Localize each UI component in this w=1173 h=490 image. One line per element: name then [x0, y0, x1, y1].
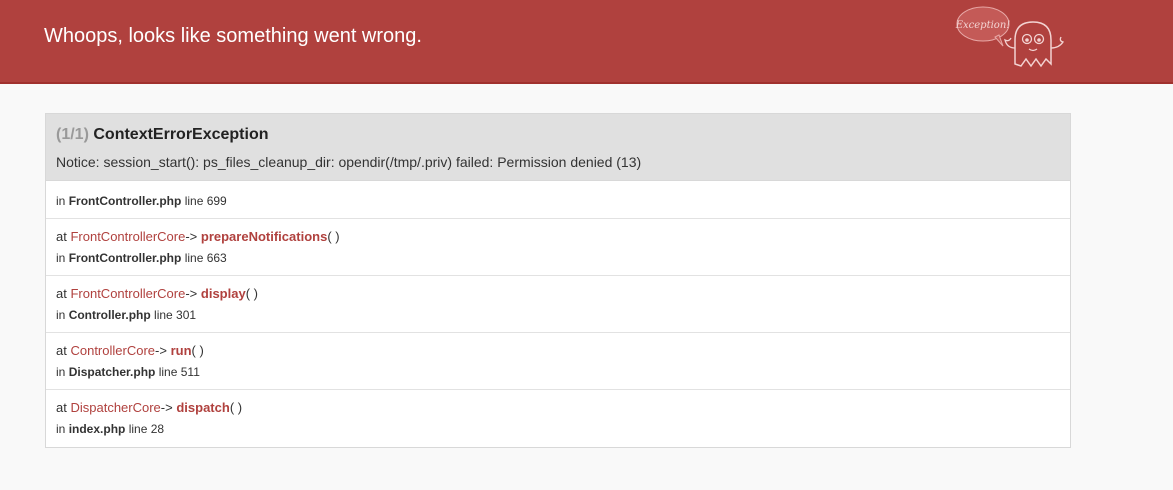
at-prefix: at	[56, 286, 67, 301]
trace-method: prepareNotifications	[200, 229, 328, 244]
trace-line: line 511	[158, 365, 200, 379]
trace-class: FrontControllerCore	[70, 229, 186, 244]
trace-row: in FrontController.php line 699	[46, 181, 1070, 219]
trace-line: line 699	[184, 194, 227, 208]
at-prefix: at	[56, 229, 67, 244]
parens: ( )	[191, 343, 204, 358]
trace-file: index.php	[68, 422, 126, 436]
arrow: ->	[185, 229, 198, 244]
trace-class: DispatcherCore	[70, 400, 161, 415]
exception-title: (1/1) ContextErrorException	[56, 125, 1059, 145]
in-prefix: in	[56, 422, 66, 436]
parens: ( )	[229, 400, 243, 415]
arrow: ->	[185, 286, 198, 301]
trace-method: dispatch	[176, 400, 230, 415]
at-prefix: at	[56, 343, 67, 358]
logo-text: Exception!	[955, 20, 1010, 31]
in-prefix: in	[56, 365, 66, 379]
exception-header: (1/1) ContextErrorException Notice: sess…	[46, 114, 1070, 181]
trace-line: line 28	[128, 422, 165, 436]
arrow: ->	[160, 400, 173, 415]
parens: ( )	[245, 286, 258, 301]
exception-message: Notice: session_start(): ps_files_cleanu…	[56, 154, 642, 170]
trace-class: FrontControllerCore	[70, 286, 186, 301]
exception-panel: (1/1) ContextErrorException Notice: sess…	[45, 113, 1071, 448]
trace-file: FrontController.php	[68, 251, 182, 265]
parens: ( )	[327, 229, 340, 244]
trace-file: Controller.php	[68, 308, 151, 322]
trace-class: ControllerCore	[70, 343, 156, 358]
trace-file: FrontController.php	[68, 194, 182, 208]
in-prefix: in	[56, 194, 66, 208]
trace-row: at ControllerCore-> run( ) in Dispatcher…	[46, 333, 1070, 390]
arrow: ->	[155, 343, 167, 358]
exception-count: (1/1)	[56, 126, 89, 143]
trace-method: run	[170, 343, 192, 358]
page-title: Whoops, looks like something went wrong.	[44, 25, 422, 47]
trace-method: display	[200, 286, 246, 301]
trace-row: at FrontControllerCore-> prepareNotifica…	[46, 219, 1070, 276]
trace-line: line 301	[154, 308, 197, 322]
trace-row: at DispatcherCore-> dispatch( ) in index…	[46, 390, 1070, 447]
exception-name: ContextErrorException	[93, 126, 269, 143]
trace-line: line 663	[184, 251, 227, 265]
trace-row: at FrontControllerCore-> display( ) in C…	[46, 276, 1070, 333]
trace-file: Dispatcher.php	[68, 365, 156, 379]
at-prefix: at	[56, 400, 67, 415]
ghost-exception-icon: Exception!	[955, 6, 1065, 68]
in-prefix: in	[56, 308, 66, 322]
in-prefix: in	[56, 251, 66, 265]
error-header: Whoops, looks like something went wrong.…	[0, 0, 1173, 84]
